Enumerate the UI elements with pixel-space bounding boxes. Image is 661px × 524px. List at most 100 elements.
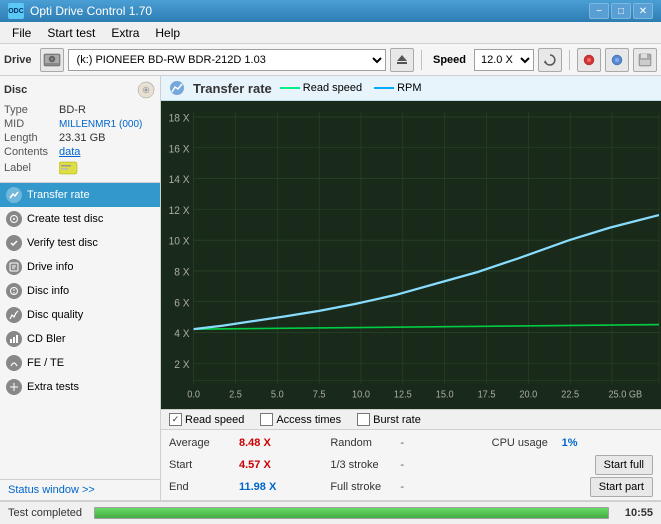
- end-value: 11.98 X: [239, 481, 289, 493]
- status-window-button[interactable]: Status window >>: [0, 479, 160, 500]
- disc-contents-value[interactable]: data: [59, 146, 80, 158]
- svg-text:10 X: 10 X: [169, 235, 190, 248]
- drive-toolbar: Drive (k:) PIONEER BD-RW BDR-212D 1.03 S…: [0, 44, 661, 76]
- save-button[interactable]: [633, 48, 657, 72]
- extra-tests-icon: [6, 379, 22, 395]
- access-times-checkbox[interactable]: [260, 413, 273, 426]
- cd-bler-icon: [6, 331, 22, 347]
- legend-read-speed-label: Read speed: [303, 82, 362, 94]
- refresh-button[interactable]: [538, 48, 562, 72]
- disc-type-row: Type BD-R: [4, 104, 156, 116]
- chart-legend: Read speed RPM: [280, 82, 422, 94]
- disc-mid-value: MILLENMR1 (000): [59, 119, 142, 130]
- nav-transfer-rate[interactable]: Transfer rate: [0, 183, 160, 207]
- cb-read-speed[interactable]: ✓ Read speed: [169, 413, 244, 426]
- nav-cd-bler-label: CD Bler: [27, 333, 66, 345]
- start-part-cell: Start part: [492, 477, 653, 497]
- maximize-button[interactable]: □: [611, 3, 631, 19]
- disc-quality-icon: [6, 307, 22, 323]
- fe-te-icon: [6, 355, 22, 371]
- burst-rate-checkbox[interactable]: [357, 413, 370, 426]
- random-label: Random: [330, 437, 400, 449]
- nav-create-test-disc[interactable]: Create test disc: [0, 207, 160, 231]
- end-label: End: [169, 481, 239, 493]
- end-cell: End 11.98 X: [169, 481, 330, 493]
- nav-disc-quality[interactable]: Disc quality: [0, 303, 160, 327]
- third-stroke-cell: 1/3 stroke -: [330, 459, 491, 471]
- cpu-value: 1%: [562, 437, 612, 449]
- svg-text:12.5: 12.5: [394, 389, 412, 401]
- svg-text:4 X: 4 X: [174, 328, 189, 341]
- minimize-button[interactable]: −: [589, 3, 609, 19]
- menu-help[interactable]: Help: [147, 24, 188, 42]
- nav-create-test-disc-label: Create test disc: [27, 213, 103, 225]
- read-speed-checkbox[interactable]: ✓: [169, 413, 182, 426]
- nav-drive-info-label: Drive info: [27, 261, 73, 273]
- disc-length-row: Length 23.31 GB: [4, 132, 156, 144]
- stats-row-end: End 11.98 X Full stroke - Start part: [169, 476, 653, 498]
- window-title: Opti Drive Control 1.70: [30, 4, 152, 18]
- main-content: Disc Type BD-R MID MILLENMR1 (000) Lengt…: [0, 76, 661, 500]
- third-stroke-label: 1/3 stroke: [330, 459, 400, 471]
- nav-extra-tests-label: Extra tests: [27, 381, 79, 393]
- stats-row-start: Start 4.57 X 1/3 stroke - Start full: [169, 454, 653, 476]
- status-bar: Test completed 10:55: [0, 500, 661, 524]
- disc-blue-button[interactable]: [605, 48, 629, 72]
- legend-rpm-color: [374, 87, 394, 89]
- disc-info-icon: [6, 283, 22, 299]
- svg-text:14 X: 14 X: [169, 174, 190, 187]
- svg-text:17.5: 17.5: [478, 389, 496, 401]
- nav-disc-info[interactable]: Disc info: [0, 279, 160, 303]
- third-stroke-value: -: [400, 459, 430, 471]
- start-full-button[interactable]: Start full: [595, 455, 653, 475]
- start-value: 4.57 X: [239, 459, 289, 471]
- cb-burst-rate-label: Burst rate: [373, 414, 421, 426]
- disc-panel-title: Disc: [4, 84, 27, 96]
- disc-label-icon: [59, 160, 79, 176]
- cb-burst-rate[interactable]: Burst rate: [357, 413, 421, 426]
- svg-text:25.0 GB: 25.0 GB: [608, 389, 642, 401]
- menu-bar: File Start test Extra Help: [0, 22, 661, 44]
- close-button[interactable]: ✕: [633, 3, 653, 19]
- menu-start-test[interactable]: Start test: [39, 24, 103, 42]
- checkbox-row: ✓ Read speed Access times Burst rate: [161, 409, 661, 430]
- progress-bar: [94, 507, 609, 519]
- cb-access-times[interactable]: Access times: [260, 413, 341, 426]
- nav-fe-te[interactable]: FE / TE: [0, 351, 160, 375]
- status-time: 10:55: [625, 507, 653, 519]
- legend-read-speed-color: [280, 87, 300, 89]
- chart-header: Transfer rate Read speed RPM: [161, 76, 661, 101]
- stats-area: Average 8.48 X Random - CPU usage 1% Sta…: [161, 430, 661, 500]
- nav-drive-info[interactable]: Drive info: [0, 255, 160, 279]
- nav-items: Transfer rate Create test disc Verify: [0, 183, 160, 479]
- cpu-cell: CPU usage 1%: [492, 437, 653, 449]
- disc-panel-icon: [136, 80, 156, 100]
- nav-cd-bler[interactable]: CD Bler: [0, 327, 160, 351]
- drive-selector[interactable]: (k:) PIONEER BD-RW BDR-212D 1.03: [68, 49, 386, 71]
- svg-text:10.0: 10.0: [352, 389, 370, 401]
- chart-panel: Transfer rate Read speed RPM 18 X: [161, 76, 661, 500]
- nav-extra-tests[interactable]: Extra tests: [0, 375, 160, 399]
- nav-transfer-rate-label: Transfer rate: [27, 189, 90, 201]
- eject-button[interactable]: [390, 48, 414, 72]
- disc-label-row: Label: [4, 160, 156, 176]
- svg-text:2.5: 2.5: [229, 389, 242, 401]
- legend-rpm-label: RPM: [397, 82, 421, 94]
- nav-verify-test-disc[interactable]: Verify test disc: [0, 231, 160, 255]
- create-test-disc-icon: [6, 211, 22, 227]
- sidebar: Disc Type BD-R MID MILLENMR1 (000) Lengt…: [0, 76, 161, 500]
- drive-info-icon: [6, 259, 22, 275]
- speed-selector[interactable]: 12.0 X ▼: [474, 49, 534, 71]
- disc-type-value: BD-R: [59, 104, 86, 116]
- disc-red-button[interactable]: [577, 48, 601, 72]
- app-icon: ODC: [8, 3, 24, 19]
- menu-file[interactable]: File: [4, 24, 39, 42]
- cpu-label: CPU usage: [492, 437, 562, 449]
- cb-access-times-label: Access times: [276, 414, 341, 426]
- menu-extra[interactable]: Extra: [103, 24, 147, 42]
- svg-text:20.0: 20.0: [519, 389, 537, 401]
- start-part-button[interactable]: Start part: [590, 477, 653, 497]
- cb-read-speed-label: Read speed: [185, 414, 244, 426]
- svg-text:16 X: 16 X: [169, 143, 190, 156]
- stats-row-average: Average 8.48 X Random - CPU usage 1%: [169, 432, 653, 454]
